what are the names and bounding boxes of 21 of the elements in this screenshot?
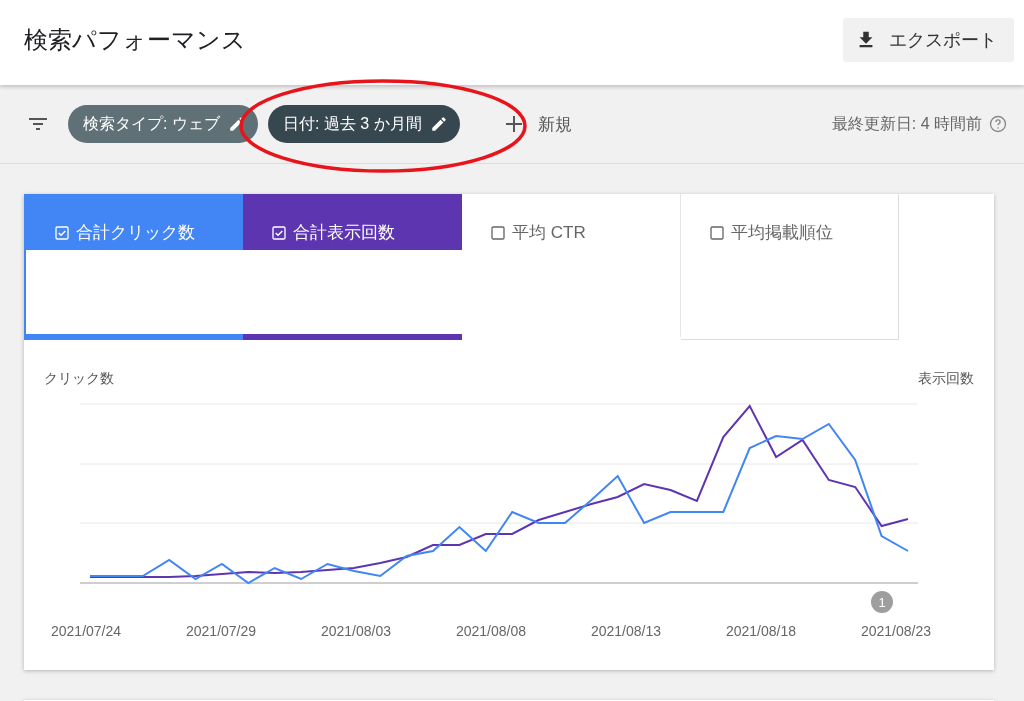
export-button[interactable]: エクスポート xyxy=(843,17,1014,62)
metric-checkbox[interactable]: 平均 CTR xyxy=(490,221,586,250)
filter-chip[interactable]: 検索タイプ: ウェブ xyxy=(68,105,258,143)
x-axis-label: 2021/08/08 xyxy=(455,623,527,639)
new-filter-button[interactable]: 新規 xyxy=(479,112,572,136)
axis-title: クリック数 xyxy=(44,370,114,388)
x-axis-label: 2021/08/03 xyxy=(320,623,392,639)
metric-checkbox[interactable]: 平均掲載順位 xyxy=(709,221,833,250)
page-title: 検索パフォーマンス xyxy=(24,24,246,55)
metric-tile[interactable]: 平均 CTR xyxy=(462,194,681,340)
metric-tile[interactable]: 合計表示回数 xyxy=(243,194,462,340)
last-updated-text: 最終更新日: 4 時間前 xyxy=(831,113,982,134)
x-axis-label: 2021/08/13 xyxy=(590,623,661,639)
metric-tile[interactable]: 平均掲載順位 xyxy=(681,194,899,340)
x-axis-label: 2021/08/18 xyxy=(725,623,796,639)
x-axis-label: 2021/08/23 xyxy=(860,623,931,639)
filter-chip[interactable]: 日付: 過去 3 か月間 xyxy=(267,105,460,143)
metric-tile[interactable]: 合計クリック数 xyxy=(24,194,243,340)
x-axis-label: 2021/07/24 xyxy=(51,623,122,639)
x-axis-label: 2021/07/29 xyxy=(186,623,257,639)
axis-title: 表示回数 xyxy=(918,370,974,388)
